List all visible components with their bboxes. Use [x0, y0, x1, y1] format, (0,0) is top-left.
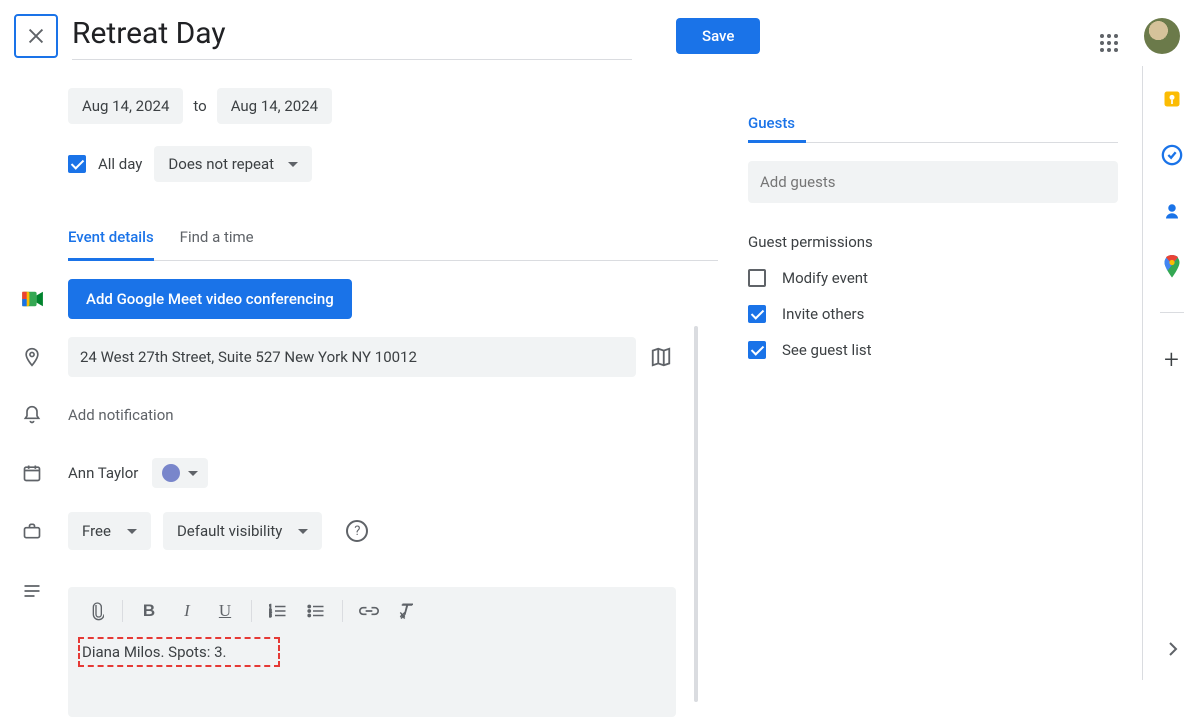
see-guest-list-checkbox[interactable] [748, 341, 766, 359]
rail-divider [1160, 312, 1184, 313]
invite-others-label: Invite others [782, 305, 864, 323]
description-textarea[interactable]: Diana Milos. Spots: 3. [68, 635, 676, 717]
invite-others-checkbox[interactable] [748, 305, 766, 323]
link-icon[interactable] [351, 595, 387, 627]
account-avatar[interactable] [1144, 18, 1180, 54]
scroll-indicator [694, 326, 698, 702]
add-addon-button[interactable]: + [1164, 347, 1179, 373]
tab-event-details[interactable]: Event details [68, 228, 154, 261]
bold-button[interactable]: B [131, 595, 167, 627]
close-button[interactable] [14, 14, 58, 58]
modify-event-label: Modify event [782, 269, 868, 287]
chevron-down-icon [288, 162, 298, 167]
visibility-select[interactable]: Default visibility [163, 512, 322, 550]
description-toolbar: B I U 123 [68, 587, 676, 635]
underline-button[interactable]: U [207, 595, 243, 627]
save-button[interactable]: Save [676, 18, 760, 54]
event-color-dot [162, 464, 180, 482]
event-title-input[interactable] [72, 12, 632, 60]
bulleted-list-icon[interactable] [298, 595, 334, 627]
tasks-icon[interactable] [1161, 144, 1183, 166]
description-box: B I U 123 [68, 587, 676, 717]
add-guests-input[interactable] [748, 161, 1118, 203]
side-panel: + [1142, 66, 1200, 680]
help-icon[interactable]: ? [346, 520, 368, 542]
attachment-icon[interactable] [78, 595, 114, 627]
keep-icon[interactable] [1161, 88, 1183, 110]
svg-text:3: 3 [269, 613, 272, 619]
map-icon[interactable] [650, 346, 672, 368]
availability-label: Free [82, 522, 111, 540]
italic-button[interactable]: I [169, 595, 205, 627]
date-to-label: to [193, 97, 206, 115]
numbered-list-icon[interactable]: 123 [260, 595, 296, 627]
google-meet-icon [22, 290, 44, 308]
recurrence-label: Does not repeat [168, 155, 274, 173]
close-icon [25, 25, 47, 47]
google-apps-icon[interactable] [1092, 26, 1112, 46]
event-color-select[interactable] [152, 458, 208, 488]
description-icon [22, 583, 42, 599]
calendar-owner-label: Ann Taylor [68, 464, 138, 482]
chevron-down-icon [127, 529, 137, 534]
collapse-panel-icon[interactable] [1161, 638, 1183, 660]
description-text: Diana Milos. Spots: 3. [78, 637, 280, 667]
start-date-chip[interactable]: Aug 14, 2024 [68, 88, 183, 124]
calendar-icon [22, 463, 42, 483]
clear-formatting-icon[interactable] [389, 595, 425, 627]
add-google-meet-button[interactable]: Add Google Meet video conferencing [68, 279, 352, 319]
location-input[interactable] [68, 337, 636, 377]
allday-checkbox[interactable] [68, 155, 86, 173]
toolbar-divider [122, 600, 123, 622]
guest-permissions-title: Guest permissions [748, 233, 1118, 251]
bell-icon [22, 404, 42, 426]
tab-find-a-time[interactable]: Find a time [180, 228, 254, 260]
chevron-down-icon [298, 529, 308, 534]
allday-label: All day [98, 155, 142, 173]
end-date-chip[interactable]: Aug 14, 2024 [217, 88, 332, 124]
modify-event-checkbox[interactable] [748, 269, 766, 287]
maps-icon[interactable] [1161, 256, 1183, 278]
location-icon [22, 345, 42, 369]
visibility-label: Default visibility [177, 522, 282, 540]
briefcase-icon [22, 521, 42, 541]
chevron-down-icon [188, 471, 198, 476]
availability-select[interactable]: Free [68, 512, 151, 550]
toolbar-divider [342, 600, 343, 622]
guests-header[interactable]: Guests [748, 114, 1118, 143]
toolbar-divider [251, 600, 252, 622]
see-guest-list-label: See guest list [782, 341, 872, 359]
recurrence-select[interactable]: Does not repeat [154, 146, 312, 182]
contacts-icon[interactable] [1161, 200, 1183, 222]
add-notification-button[interactable]: Add notification [68, 406, 174, 424]
